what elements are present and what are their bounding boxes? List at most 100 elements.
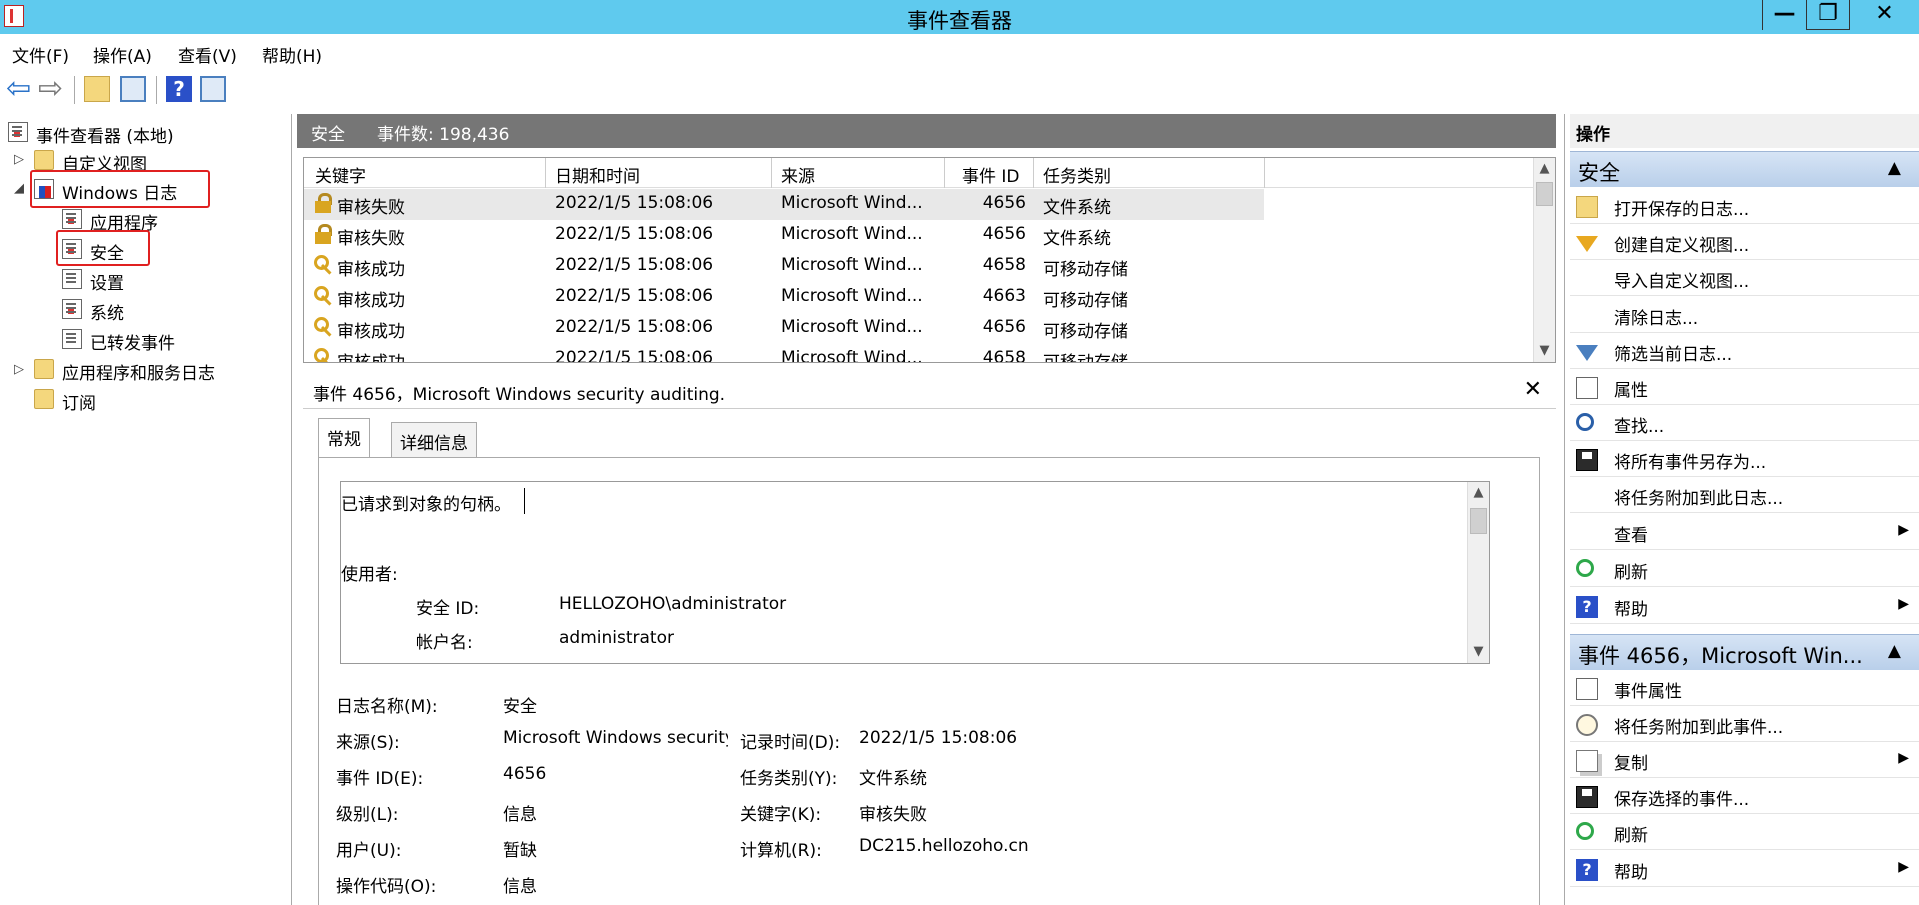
user-value[interactable]: 暂缺 (503, 836, 537, 861)
action-help[interactable]: ? 帮助 ▶ (1570, 588, 1919, 624)
description-scrollbar[interactable]: ▲ ▼ (1467, 482, 1489, 663)
action-save-all-events[interactable]: 将所有事件另存为... (1570, 441, 1919, 477)
actions-section-event[interactable]: 事件 4656，Microsoft Win... ▲ (1570, 634, 1919, 670)
action-copy[interactable]: 复制 ▶ (1570, 742, 1919, 778)
expand-icon[interactable]: ▷ (14, 362, 24, 377)
action-create-custom-view[interactable]: 创建自定义视图... (1570, 224, 1919, 260)
column-header-source[interactable]: 来源 (781, 162, 815, 187)
action-label: 复制 (1614, 754, 1648, 774)
action-event-properties[interactable]: 事件属性 (1570, 670, 1919, 706)
table-row[interactable]: 审核成功 2022/1/5 15:08:06 Microsoft Wind...… (304, 313, 1264, 344)
cell-task: 文件系统 (1043, 229, 1111, 249)
menu-view[interactable]: 查看(V) (178, 42, 237, 67)
table-row[interactable]: 审核失败 2022/1/5 15:08:06 Microsoft Wind...… (304, 220, 1264, 251)
table-row[interactable]: 审核成功 2022/1/5 15:08:06 Microsoft Wind...… (304, 251, 1264, 282)
action-open-saved-log[interactable]: 打开保存的日志... (1570, 188, 1919, 224)
column-header-event-id[interactable]: 事件 ID (962, 162, 1020, 187)
scroll-up-arrow[interactable]: ▲ (1534, 158, 1555, 180)
actions-section-security[interactable]: 安全 ▲ (1570, 151, 1919, 187)
column-header-keywords[interactable]: 关键字 (315, 162, 366, 187)
event-properties-icon (1576, 678, 1598, 700)
event-id-value[interactable]: 4656 (503, 764, 546, 784)
close-window-button[interactable]: ✕ (1850, 0, 1919, 30)
table-row[interactable]: 审核失败 2022/1/5 15:08:06 Microsoft Wind...… (304, 189, 1264, 220)
column-divider[interactable] (545, 158, 546, 188)
expand-icon[interactable]: ▷ (14, 152, 24, 167)
action-pane-icon[interactable] (200, 76, 226, 102)
collapse-arrow-icon[interactable]: ▲ (1888, 641, 1901, 661)
up-folder-icon[interactable] (84, 76, 110, 102)
refresh-icon (1576, 559, 1594, 577)
event-detail-header: 事件 4656，Microsoft Windows security audit… (303, 375, 1556, 409)
back-arrow-icon[interactable]: ⇦ (6, 74, 32, 104)
action-view[interactable]: 查看 ▶ (1570, 514, 1919, 550)
action-attach-task-to-event[interactable]: 将任务附加到此事件... (1570, 706, 1919, 742)
scroll-down-arrow[interactable]: ▼ (1468, 641, 1489, 663)
level-value[interactable]: 信息 (503, 800, 537, 825)
column-header-datetime[interactable]: 日期和时间 (555, 162, 640, 187)
action-filter-current-log[interactable]: 筛选当前日志... (1570, 333, 1919, 369)
tab-details[interactable]: 详细信息 (391, 422, 477, 458)
action-clear-log[interactable]: 清除日志... (1570, 297, 1919, 333)
log-name-value[interactable]: 安全 (503, 692, 537, 717)
minimize-button[interactable]: — (1762, 0, 1806, 30)
level-label: 级别(L): (336, 805, 399, 825)
action-save-selected-events[interactable]: 保存选择的事件... (1570, 778, 1919, 814)
cell-task: 可移动存储 (1043, 322, 1128, 342)
menu-help[interactable]: 帮助(H) (262, 42, 322, 67)
logged-value[interactable]: 2022/1/5 15:08:06 (859, 728, 1017, 748)
collapse-icon[interactable]: ◢ (14, 181, 24, 196)
action-label: 清除日志... (1614, 309, 1699, 329)
console-tree: 事件查看器 (本地) ▷ 自定义视图 ◢ Windows 日志 应用程序 安全 … (0, 114, 292, 905)
close-detail-icon[interactable]: ✕ (1524, 377, 1542, 402)
help-icon[interactable]: ? (166, 76, 192, 102)
scroll-thumb[interactable] (1536, 182, 1553, 206)
cell-event-id: 4658 (982, 348, 1026, 363)
action-label: 打开保存的日志... (1614, 200, 1750, 220)
cell-source: Microsoft Wind... (781, 224, 923, 244)
source-value[interactable]: Microsoft Windows security auditing. (503, 728, 728, 748)
task-category-value[interactable]: 文件系统 (859, 764, 927, 789)
action-refresh[interactable]: 刷新 (1570, 551, 1919, 587)
scroll-thumb[interactable] (1470, 508, 1487, 534)
event-description-box[interactable]: 已请求到对象的句柄。 使用者: 安全 ID: HELLOZOHO\adminis… (340, 481, 1490, 664)
forward-arrow-icon[interactable]: ⇨ (38, 74, 64, 104)
table-scrollbar[interactable]: ▲ ▼ (1533, 158, 1555, 362)
tab-general[interactable]: 常规 (318, 418, 370, 458)
cell-keyword: 审核成功 (337, 291, 405, 311)
action-properties[interactable]: 属性 (1570, 369, 1919, 405)
action-find[interactable]: 查找... (1570, 405, 1919, 441)
restore-button[interactable]: ❐ (1806, 0, 1850, 30)
opcode-label: 操作代码(O): (336, 877, 437, 897)
binoculars-icon (1576, 413, 1594, 431)
collapse-arrow-icon[interactable]: ▲ (1888, 158, 1901, 178)
action-refresh-event[interactable]: 刷新 (1570, 814, 1919, 850)
menu-action[interactable]: 操作(A) (93, 42, 152, 67)
action-help-event[interactable]: ? 帮助 ▶ (1570, 851, 1919, 887)
scroll-up-arrow[interactable]: ▲ (1468, 482, 1489, 504)
security-id-value: HELLOZOHO\administrator (559, 594, 787, 614)
console-tree-icon[interactable] (120, 76, 146, 102)
keywords-value[interactable]: 审核失败 (859, 800, 927, 825)
scroll-down-arrow[interactable]: ▼ (1534, 340, 1555, 362)
opcode-value[interactable]: 信息 (503, 872, 537, 897)
column-divider[interactable] (1033, 158, 1034, 188)
log-icon (62, 269, 82, 289)
submenu-arrow-icon: ▶ (1898, 750, 1909, 766)
column-divider[interactable] (771, 158, 772, 188)
refresh-icon (1576, 822, 1594, 840)
table-row[interactable]: 审核成功 2022/1/5 15:08:06 Microsoft Wind...… (304, 344, 1264, 363)
cell-task: 可移动存储 (1043, 353, 1128, 363)
cell-datetime: 2022/1/5 15:08:06 (555, 317, 714, 337)
actions-pane-title: 操作 (1570, 114, 1919, 148)
action-import-custom-view[interactable]: 导入自定义视图... (1570, 260, 1919, 296)
computer-value[interactable]: DC215.hellozoho.cn (859, 836, 1029, 856)
log-icon (62, 299, 82, 319)
action-attach-task-to-log[interactable]: 将任务附加到此日志... (1570, 477, 1919, 513)
column-divider[interactable] (944, 158, 945, 188)
menu-file[interactable]: 文件(F) (12, 42, 69, 67)
column-header-task-category[interactable]: 任务类别 (1043, 162, 1111, 187)
task-clock-icon (1576, 714, 1598, 736)
column-divider[interactable] (1264, 158, 1265, 188)
table-row[interactable]: 审核成功 2022/1/5 15:08:06 Microsoft Wind...… (304, 282, 1264, 313)
